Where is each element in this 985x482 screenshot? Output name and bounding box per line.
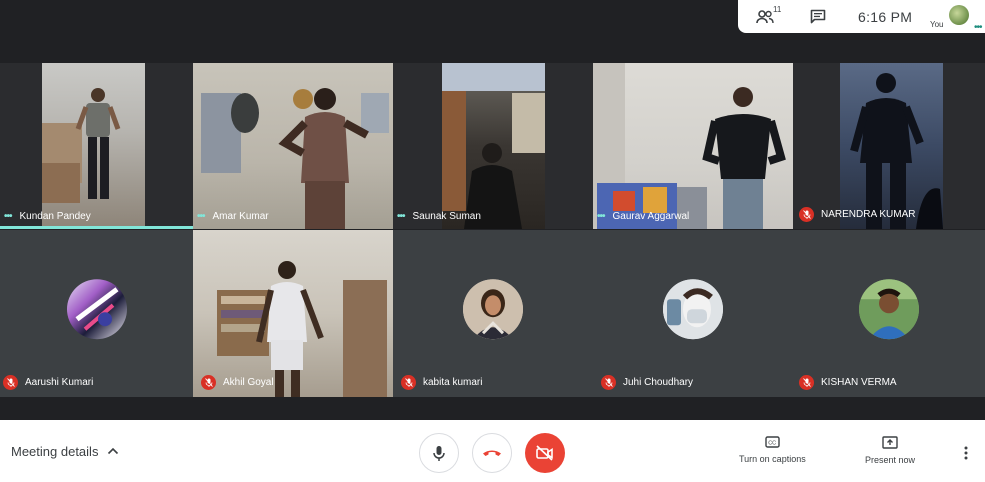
audio-level-icon: ••• <box>597 211 605 222</box>
participant-tile[interactable]: ••• Gaurav Aggarwal <box>593 63 793 229</box>
participant-video <box>442 63 545 229</box>
audio-level-icon: ••• <box>4 211 12 222</box>
participant-name: NARENDRA KUMAR <box>821 209 916 220</box>
participant-tile[interactable]: Juhi Choudhary <box>593 230 793 397</box>
mic-icon <box>433 445 445 461</box>
chat-icon <box>810 9 826 24</box>
microphone-toggle-button[interactable] <box>419 433 459 473</box>
participant-tile[interactable]: Aarushi Kumari <box>0 230 193 397</box>
more-vert-icon <box>964 446 968 460</box>
present-now-button[interactable]: Present now <box>865 436 915 465</box>
participant-tile[interactable]: kabita kumari <box>393 230 593 397</box>
more-options-button[interactable] <box>964 446 968 465</box>
participant-name: Aarushi Kumari <box>25 377 94 388</box>
present-screen-icon <box>882 436 898 449</box>
participant-name-bar: Juhi Choudhary <box>593 375 693 390</box>
self-label: You <box>930 20 944 29</box>
participant-tile[interactable]: ••• Amar Kumar <box>193 63 393 229</box>
camera-toggle-button[interactable] <box>525 433 565 473</box>
participant-name-bar: NARENDRA KUMAR <box>793 207 915 222</box>
participant-name-bar: ••• Amar Kumar <box>193 211 269 222</box>
svg-text:CC: CC <box>768 440 776 446</box>
self-view[interactable]: You ••• <box>928 0 985 33</box>
mic-off-icon <box>799 375 814 390</box>
mic-off-icon <box>3 375 18 390</box>
mic-off-icon <box>799 207 814 222</box>
participant-name: KISHAN VERMA <box>821 377 897 388</box>
participant-name-bar: KISHAN VERMA <box>793 375 897 390</box>
participant-tile[interactable]: ••• Saunak Suman <box>393 63 593 229</box>
captions-button[interactable]: CC Turn on captions <box>739 436 806 464</box>
video-stage: 11 6:16 PM You ••• ••• Kundan Pandey ••• A… <box>0 0 985 420</box>
chat-button[interactable] <box>810 0 826 33</box>
participant-video <box>193 230 393 397</box>
top-info-bar: 11 6:16 PM You ••• <box>738 0 985 33</box>
videocam-off-icon <box>536 445 553 461</box>
participant-name-bar: kabita kumari <box>393 375 482 390</box>
participant-name-bar: ••• Kundan Pandey <box>0 211 91 222</box>
self-audio-indicator-icon: ••• <box>974 22 982 33</box>
closed-caption-icon: CC <box>765 436 780 448</box>
participant-name: Amar Kumar <box>212 211 269 222</box>
active-speaker-bar <box>0 226 193 229</box>
participant-tile[interactable]: ••• Kundan Pandey <box>0 63 193 229</box>
participant-video <box>840 63 943 229</box>
leave-call-button[interactable] <box>472 433 512 473</box>
participant-video <box>42 63 145 229</box>
participant-tile[interactable]: Akhil Goyal <box>193 230 393 397</box>
participant-name: Gaurav Aggarwal <box>612 211 690 222</box>
participant-name: Kundan Pandey <box>19 211 91 222</box>
participant-name-bar: Akhil Goyal <box>193 375 274 390</box>
participant-name-bar: ••• Gaurav Aggarwal <box>593 211 689 222</box>
mic-off-icon <box>401 375 416 390</box>
meeting-details-label: Meeting details <box>11 443 99 459</box>
present-label: Present now <box>865 455 916 465</box>
participant-name: Juhi Choudhary <box>623 377 694 388</box>
participant-tile[interactable]: KISHAN VERMA <box>793 230 985 397</box>
participant-avatar <box>663 278 723 339</box>
call-end-icon <box>483 450 501 456</box>
audio-level-icon: ••• <box>197 211 205 222</box>
mic-off-icon <box>201 375 216 390</box>
participant-video <box>193 63 393 229</box>
audio-level-icon: ••• <box>397 211 405 222</box>
bottom-control-bar: Meeting details CC Turn on captions Pres… <box>0 420 985 482</box>
participant-name-bar: ••• Saunak Suman <box>393 211 481 222</box>
meeting-details-button[interactable]: Meeting details <box>11 420 119 482</box>
participant-avatar <box>66 278 127 339</box>
participant-avatar <box>859 278 919 339</box>
participant-count: 11 <box>773 5 782 14</box>
self-avatar <box>949 5 969 25</box>
meeting-clock: 6:16 PM <box>858 8 913 25</box>
participant-name: Saunak Suman <box>412 211 481 222</box>
people-icon <box>756 9 774 23</box>
participant-avatar <box>463 278 523 339</box>
participant-tile[interactable]: NARENDRA KUMAR <box>793 63 985 229</box>
participant-video <box>593 63 793 229</box>
participant-name: kabita kumari <box>423 377 483 388</box>
mic-off-icon <box>601 375 616 390</box>
chevron-up-icon <box>108 447 119 455</box>
captions-label: Turn on captions <box>739 454 806 464</box>
participant-name: Akhil Goyal <box>223 377 274 388</box>
participant-name-bar: Aarushi Kumari <box>0 375 93 390</box>
participants-button[interactable]: 11 <box>756 0 782 33</box>
